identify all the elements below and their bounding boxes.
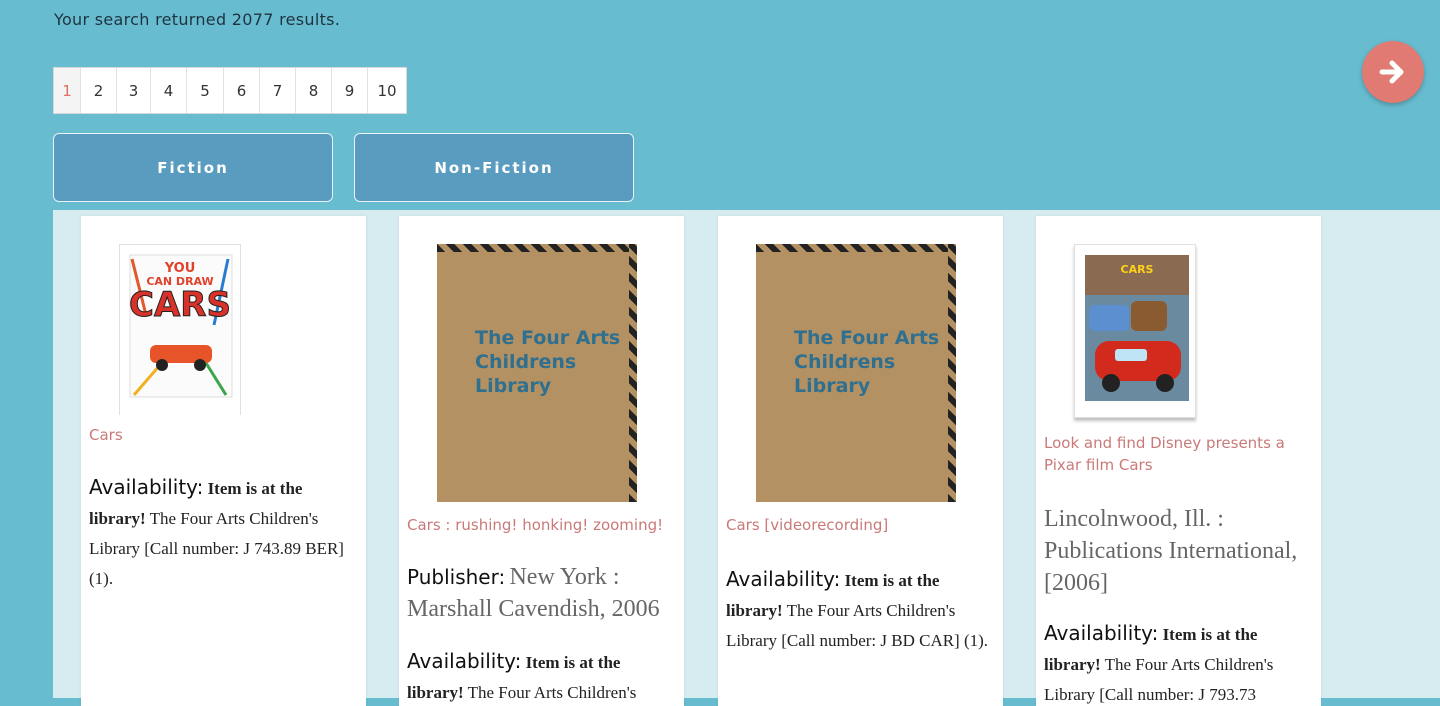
page-2-link[interactable]: 2 bbox=[81, 68, 117, 113]
cover-text-line-3: Library bbox=[475, 375, 552, 397]
publisher-colon: : bbox=[498, 565, 506, 589]
publisher-info: Publisher: New York : Marshall Cavendish… bbox=[407, 562, 678, 626]
availability-colon: : bbox=[196, 475, 204, 499]
fiction-button[interactable]: Fiction bbox=[53, 133, 333, 202]
availability-colon: : bbox=[514, 649, 522, 673]
result-title-link[interactable]: Look and find Disney presents a Pixar fi… bbox=[1044, 432, 1313, 476]
result-card: YOU CAN DRAW CARS Cars Availability: Ite… bbox=[81, 216, 366, 706]
page-9-link[interactable]: 9 bbox=[332, 68, 368, 113]
cover-text-line-3: Library bbox=[794, 375, 871, 397]
availability-detail: The Four Arts Children's bbox=[463, 683, 637, 702]
availability-info: Availability: Item is at the library! Th… bbox=[726, 564, 997, 656]
cover-text-line-2: Childrens bbox=[475, 351, 577, 373]
cover-text-line-1: The Four Arts bbox=[794, 327, 940, 349]
publisher-info: Lincolnwood, Ill. : Publications Interna… bbox=[1044, 504, 1315, 600]
result-title-link[interactable]: Cars [videorecording] bbox=[726, 514, 995, 536]
availability-info: Availability: Item is at the library! Th… bbox=[1044, 618, 1315, 706]
result-title-link[interactable]: Cars : rushing! honking! zooming! bbox=[407, 514, 676, 536]
next-page-button[interactable] bbox=[1362, 41, 1424, 103]
cover-text-line-1: YOU bbox=[164, 261, 196, 276]
cover-text-line-3: CARS bbox=[129, 285, 232, 326]
cover-top-stripe bbox=[756, 244, 956, 252]
publisher-label: Publisher bbox=[407, 565, 499, 589]
cover-text: The Four Arts Childrens Library bbox=[794, 326, 939, 398]
availability-label: Availability bbox=[407, 649, 515, 673]
publisher-value: Lincolnwood, Ill. : Publications Interna… bbox=[1044, 506, 1298, 596]
book-cover[interactable]: CARS bbox=[1074, 244, 1196, 418]
book-cover[interactable]: The Four Arts Childrens Library bbox=[437, 244, 637, 502]
page-4-link[interactable]: 4 bbox=[151, 68, 187, 113]
availability-label: Availability bbox=[89, 475, 197, 499]
book-cover[interactable]: The Four Arts Childrens Library bbox=[756, 244, 956, 502]
availability-label: Availability bbox=[726, 567, 834, 591]
availability-label: Availability bbox=[1044, 621, 1152, 645]
cover-text-line-2: Childrens bbox=[794, 351, 896, 373]
availability-colon: : bbox=[833, 567, 841, 591]
svg-text:CARS: CARS bbox=[1121, 263, 1154, 276]
cover-text-line-1: The Four Arts bbox=[475, 327, 621, 349]
result-card: The Four Arts Childrens Library Cars : r… bbox=[399, 216, 684, 706]
page-10-link[interactable]: 10 bbox=[368, 68, 406, 113]
availability-colon: : bbox=[1151, 621, 1159, 645]
availability-info: Availability: Item is at the library! Th… bbox=[407, 646, 678, 706]
cover-text: The Four Arts Childrens Library bbox=[475, 326, 620, 398]
cover-right-stripe bbox=[629, 244, 637, 502]
cover-top-stripe bbox=[437, 244, 637, 252]
page-7-link[interactable]: 7 bbox=[260, 68, 296, 113]
arrow-right-icon bbox=[1379, 60, 1404, 84]
cover-image: CARS bbox=[1085, 255, 1189, 401]
results-grid: YOU CAN DRAW CARS Cars Availability: Ite… bbox=[53, 210, 1440, 706]
page-5-link[interactable]: 5 bbox=[187, 68, 224, 113]
nonfiction-button[interactable]: Non-Fiction bbox=[354, 133, 634, 202]
result-card: CARS Look and find Disney presents a Pix… bbox=[1036, 216, 1321, 706]
page-8-link[interactable]: 8 bbox=[296, 68, 332, 113]
book-cover[interactable]: YOU CAN DRAW CARS bbox=[119, 244, 241, 415]
pagination: 1 2 3 4 5 6 7 8 9 10 bbox=[53, 67, 407, 114]
page-6-link[interactable]: 6 bbox=[224, 68, 260, 113]
availability-info: Availability: Item is at the library! Th… bbox=[89, 472, 360, 594]
result-title-link[interactable]: Cars bbox=[89, 424, 358, 446]
search-summary: Your search returned 2077 results. bbox=[54, 10, 341, 29]
result-card: The Four Arts Childrens Library Cars [vi… bbox=[718, 216, 1003, 706]
cover-right-stripe bbox=[948, 244, 956, 502]
page-3-link[interactable]: 3 bbox=[117, 68, 151, 113]
page-1-link[interactable]: 1 bbox=[54, 68, 81, 113]
